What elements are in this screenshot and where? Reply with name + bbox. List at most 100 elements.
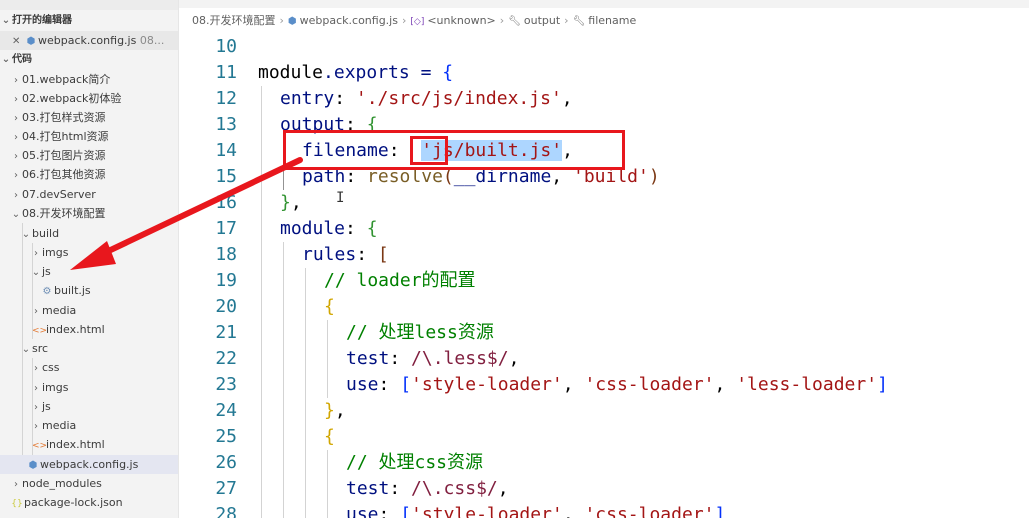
tree-folder-js[interactable]: ⌄ js	[0, 262, 178, 281]
token-regex: /\.less$/	[411, 348, 509, 369]
tree-file-package-lock[interactable]: {}package-lock.json	[0, 493, 178, 512]
tree-folder-css[interactable]: › css	[0, 358, 178, 377]
token-bracket: [	[400, 504, 412, 518]
line-number: 10	[215, 36, 237, 57]
breadcrumb-symbol-output[interactable]: output	[524, 14, 560, 27]
breadcrumb-file[interactable]: webpack.config.js	[300, 14, 398, 27]
symbol-icon: [◇]	[410, 17, 425, 27]
chevron-down-icon: ⌄	[21, 229, 31, 240]
tree-label: 01.webpack简介	[22, 73, 111, 86]
token-key: test	[346, 348, 390, 369]
chevron-down-icon: ⌄	[31, 267, 41, 278]
tree-file-webpack-config[interactable]: ⬢ webpack.config.js	[0, 455, 178, 474]
html-file-icon: <>	[32, 326, 48, 336]
line-number: 18	[215, 244, 237, 265]
tree-label: build	[32, 227, 60, 240]
tree-file-index-html[interactable]: <>index.html	[0, 435, 178, 454]
tree-label: imgs	[42, 246, 69, 259]
tree-folder-04[interactable]: › 04.打包html资源	[0, 127, 178, 146]
chevron-right-icon: ›	[34, 421, 38, 432]
token-bracket: [	[377, 244, 389, 265]
line-number: 26	[215, 452, 237, 473]
tree-folder-01[interactable]: › 01.webpack简介	[0, 70, 178, 89]
chevron-right-icon: ›	[34, 383, 38, 394]
tree-folder-js[interactable]: › js	[0, 397, 178, 416]
tree-label: index.html	[46, 438, 105, 451]
code-line-18: rules: [	[302, 242, 389, 268]
tree-file-built-js[interactable]: ⚙ built.js	[0, 281, 178, 300]
token-comma: ,	[334, 400, 346, 421]
tree-folder-03[interactable]: › 03.打包样式资源	[0, 108, 178, 127]
open-editors-header[interactable]: ⌄ 打开的编辑器	[0, 12, 178, 30]
chevron-right-icon: ›	[564, 14, 569, 27]
breadcrumb-symbol-unknown[interactable]: <unknown>	[427, 14, 495, 27]
tree-label: node_modules	[22, 477, 102, 490]
chevron-right-icon: ›	[279, 14, 284, 27]
breadcrumb-folder[interactable]: 08.开发环境配置	[192, 14, 276, 27]
sidebar-top-strip	[0, 0, 178, 10]
tree-label: media	[42, 304, 77, 317]
tree-folder-imgs[interactable]: › imgs	[0, 243, 178, 262]
token-brace: }	[324, 400, 335, 421]
token-bracket: [	[400, 374, 412, 395]
token-bracket: ]	[877, 374, 888, 395]
explorer-sidebar: ⌄ 打开的编辑器 ✕ ⬢ webpack.config.js 08... ⌄ 代码 › 0…	[0, 0, 179, 518]
token-comma: ,	[497, 478, 509, 499]
mouse-cursor-icon: I	[336, 190, 345, 206]
token-comma: ,	[562, 504, 585, 518]
token-paren: )	[648, 166, 660, 187]
token-comma: ,	[714, 374, 737, 395]
tree-folder-08[interactable]: ⌄ 08.开发环境配置	[0, 204, 178, 223]
breadcrumb-symbol-filename[interactable]: filename	[588, 14, 636, 27]
indent-guide	[261, 86, 262, 518]
open-editor-item[interactable]: ✕ ⬢ webpack.config.js 08...	[0, 31, 178, 50]
code-editor[interactable]: 10 11 12 13 14 15 16 17 18 19 20 21 22 2…	[179, 32, 1029, 518]
tree-label: 08.开发环境配置	[22, 207, 106, 220]
tree-label: index.html	[46, 323, 105, 336]
line-number: 19	[215, 270, 237, 291]
indent-guide	[327, 450, 328, 518]
token-string: 'style-loader'	[411, 504, 563, 518]
line-number: 25	[215, 426, 237, 447]
tree-folder-imgs[interactable]: › imgs	[0, 378, 178, 397]
token-string: 'css-loader'	[584, 374, 715, 395]
folder-header[interactable]: ⌄ 代码	[0, 51, 178, 69]
tree-label: 03.打包样式资源	[22, 111, 106, 124]
tree-folder-02[interactable]: › 02.webpack初体验	[0, 89, 178, 108]
tree-folder-node-modules[interactable]: › node_modules	[0, 474, 178, 493]
code-line-22: test: /\.less$/,	[346, 346, 519, 372]
close-icon[interactable]: ✕	[12, 32, 24, 50]
tree-file-index-html[interactable]: <>index.html	[0, 320, 178, 339]
code-line-28: use: ['style-loader', 'css-loader']	[346, 502, 725, 518]
gear-icon: ⚙	[42, 286, 52, 297]
token-comma: ,	[290, 192, 302, 213]
line-number: 21	[215, 322, 237, 343]
token-colon: :	[345, 218, 367, 239]
token-brace: }	[280, 192, 291, 213]
chevron-right-icon: ›	[14, 75, 18, 86]
tree-folder-07[interactable]: › 07.devServer	[0, 185, 178, 204]
tree-folder-media[interactable]: › media	[0, 416, 178, 435]
tree-folder-05[interactable]: › 05.打包图片资源	[0, 146, 178, 165]
annotation-highlight-js	[410, 136, 448, 165]
chevron-right-icon: ›	[14, 479, 18, 490]
tree-folder-media[interactable]: › media	[0, 301, 178, 320]
line-number: 17	[215, 218, 237, 239]
tree-folder-build[interactable]: ⌄ build	[0, 224, 178, 243]
line-number: 24	[215, 400, 237, 421]
token-string: 'less-loader'	[736, 374, 878, 395]
tree-label: webpack.config.js	[40, 458, 139, 471]
token-key: use	[346, 504, 379, 518]
indent-guide	[283, 242, 284, 518]
tab-bar	[179, 0, 1029, 8]
tree-folder-src[interactable]: ⌄ src	[0, 339, 178, 358]
tree-folder-06[interactable]: › 06.打包其他资源	[0, 165, 178, 184]
token-comma: ,	[561, 88, 573, 109]
folder-title: 代码	[12, 54, 32, 65]
token-string: './src/js/index.js'	[355, 88, 562, 109]
webpack-file-icon: ⬢	[26, 36, 36, 47]
line-number: 16	[215, 192, 237, 213]
line-number: 11	[215, 62, 237, 83]
chevron-right-icon: ›	[14, 113, 18, 124]
chevron-down-icon: ⌄	[21, 344, 31, 355]
